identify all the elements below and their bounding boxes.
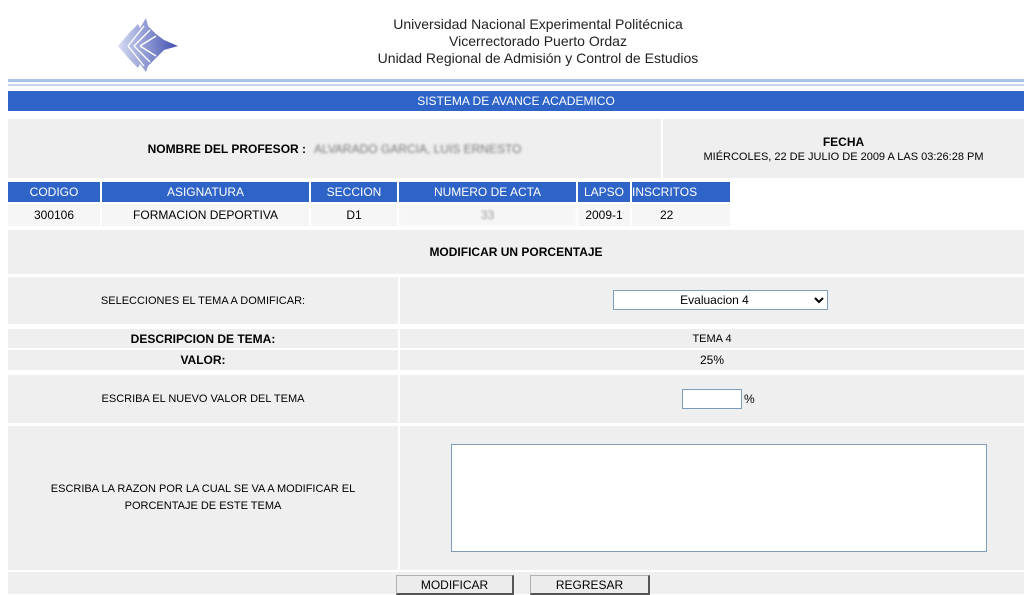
date-cell: FECHA MIÉRCOLES, 22 DE JULIO DE 2009 A L… <box>663 119 1024 178</box>
page-header: Universidad Nacional Experimental Polité… <box>0 0 1024 78</box>
buttons-row <box>8 572 1024 594</box>
header-divider <box>8 79 1024 82</box>
header-divider-2 <box>8 84 1024 86</box>
column-header-numero-acta: NUMERO DE ACTA <box>399 182 576 202</box>
select-topic-label: SELECCIONES EL TEMA A DOMIFICAR: <box>8 277 398 324</box>
modify-button[interactable]: MODIFICAR <box>396 575 514 595</box>
new-value-input[interactable] <box>682 389 742 409</box>
topic-select[interactable]: Evaluacion 4 <box>613 290 828 310</box>
description-label: DESCRIPCION DE TEMA: <box>8 329 398 348</box>
cell-seccion: D1 <box>311 204 397 226</box>
cell-asignatura: FORMACION DEPORTIVA <box>102 204 309 226</box>
column-header-lapso: LAPSO <box>578 182 630 202</box>
professor-name: ALVARADO GARCIA, LUIS ERNESTO <box>314 141 522 156</box>
percent-sign: % <box>744 392 755 406</box>
reason-label: ESCRIBA LA RAZON POR LA CUAL SE VA A MOD… <box>8 426 398 570</box>
column-header-seccion: SECCION <box>311 182 397 202</box>
institution-line-2: Vicerrectorado Puerto Ordaz <box>449 33 627 49</box>
back-button[interactable]: REGRESAR <box>530 575 650 595</box>
system-title-bar: SISTEMA DE AVANCE ACADEMICO <box>8 91 1024 111</box>
cell-codigo: 300106 <box>8 204 100 226</box>
cell-inscritos: 22 <box>632 204 730 226</box>
column-header-codigo: CODIGO <box>8 182 100 202</box>
cell-numero-acta: 33 <box>399 204 576 226</box>
value-current: 25% <box>400 350 1024 370</box>
professor-label: NOMBRE DEL PROFESOR : <box>147 141 307 156</box>
column-header-inscritos: INSCRITOS <box>632 182 730 202</box>
new-value-label: ESCRIBA EL NUEVO VALOR DEL TEMA <box>8 375 398 423</box>
cell-lapso: 2009-1 <box>578 204 630 226</box>
description-value: TEMA 4 <box>400 329 1024 348</box>
column-header-asignatura: ASIGNATURA <box>102 182 309 202</box>
date-label: FECHA <box>822 134 865 149</box>
section-title: MODIFICAR UN PORCENTAJE <box>8 230 1024 274</box>
date-value: MIÉRCOLES, 22 DE JULIO DE 2009 A LAS 03:… <box>703 150 984 163</box>
professor-cell: NOMBRE DEL PROFESOR : ALVARADO GARCIA, L… <box>8 119 661 178</box>
institution-title: Universidad Nacional Experimental Polité… <box>300 16 776 67</box>
institution-line-3: Unidad Regional de Admisión y Control de… <box>377 50 699 66</box>
university-logo <box>118 18 178 72</box>
reason-textarea[interactable] <box>451 444 987 552</box>
value-label: VALOR: <box>8 350 398 370</box>
institution-line-1: Universidad Nacional Experimental Polité… <box>393 16 683 32</box>
